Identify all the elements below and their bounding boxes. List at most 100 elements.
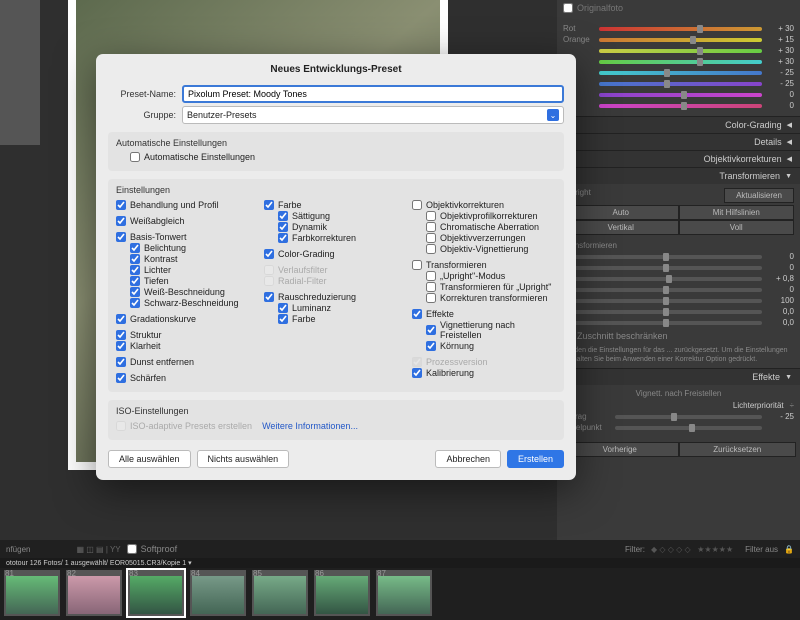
thumbnail[interactable]: 87 [376, 570, 432, 616]
chk-belichtung[interactable] [130, 243, 140, 253]
upright-vertikal-button[interactable]: Vertikal [563, 220, 679, 235]
weitere-informationen-link[interactable]: Weitere Informationen... [262, 421, 358, 431]
hue-slider[interactable] [599, 82, 762, 86]
slider-val: - 25 [766, 412, 794, 421]
auto-settings-label: Automatische Einstellungen [144, 152, 255, 162]
upright-hilfslinien-button[interactable]: Mit Hilfslinien [679, 205, 795, 220]
chk-transformieren[interactable] [412, 260, 422, 270]
thumbnail[interactable]: 85 [252, 570, 308, 616]
upright-auto-button[interactable]: Auto [563, 205, 679, 220]
hue-slider[interactable] [599, 93, 762, 97]
chk-kalibrierung[interactable] [412, 368, 422, 378]
originalfoto-label: Originalfoto [577, 3, 623, 13]
chk-basis-tonwert[interactable] [116, 232, 126, 242]
chk-prozessversion [412, 357, 422, 367]
alle-auswaehlen-button[interactable]: Alle auswählen [108, 450, 191, 468]
iso-title: ISO-Einstellungen [116, 406, 556, 416]
transform-sublabel: Transformieren [563, 241, 794, 250]
chk-transf-upright[interactable] [426, 282, 436, 292]
chk-tiefen[interactable] [130, 276, 140, 286]
chk-color-grading[interactable] [264, 249, 274, 259]
vorherige-button[interactable]: Vorherige [561, 442, 679, 457]
auto-settings-title: Automatische Einstellungen [116, 138, 556, 148]
chk-schaerfen[interactable] [116, 373, 126, 383]
panel-header-color-grading[interactable]: Color-Grading◀ [557, 116, 800, 133]
chk-behandlung[interactable] [116, 200, 126, 210]
filmstrip[interactable]: 81 82 83 84 85 86 87 [0, 568, 800, 620]
erstellen-button[interactable]: Erstellen [507, 450, 564, 468]
chk-objektivverzerrungen[interactable] [426, 233, 436, 243]
hue-slider[interactable] [599, 49, 762, 53]
zuruecksetzen-button[interactable]: Zurücksetzen [679, 442, 797, 457]
thumbnail[interactable]: 84 [190, 570, 246, 616]
thumbnail-selected[interactable]: 83 [128, 570, 184, 616]
chk-schwarz-beschneidung[interactable] [130, 298, 140, 308]
transform-slider[interactable] [563, 266, 762, 270]
panel-header-objektiv[interactable]: Objektivkorrekturen◀ [557, 150, 800, 167]
originalfoto-checkbox[interactable] [563, 3, 573, 13]
chk-farbkorrekturen[interactable] [278, 233, 288, 243]
chk-farbe[interactable] [264, 200, 274, 210]
abbrechen-button[interactable]: Abbrechen [435, 450, 501, 468]
thumbnail[interactable]: 82 [66, 570, 122, 616]
chk-chromatische[interactable] [426, 222, 436, 232]
mittelpunkt-slider[interactable] [615, 426, 762, 430]
chk-saettigung[interactable] [278, 211, 288, 221]
hue-slider[interactable] [599, 71, 762, 75]
chk-weissabgleich[interactable] [116, 216, 126, 226]
transform-slider[interactable] [563, 299, 762, 303]
transform-slider[interactable] [563, 277, 762, 281]
preset-name-input[interactable] [182, 85, 564, 103]
hue-slider[interactable] [599, 27, 762, 31]
chk-verlaufsfilter [264, 265, 274, 275]
aktualisieren-button[interactable]: Aktualisieren [724, 188, 794, 203]
betrag-slider[interactable] [615, 415, 762, 419]
chk-struktur[interactable] [116, 330, 126, 340]
hue-slider[interactable] [599, 104, 762, 108]
chk-objektiv-vignettierung[interactable] [426, 244, 436, 254]
chk-gradationskurve[interactable] [116, 314, 126, 324]
status-bar: ototour 126 Fotos/ 1 ausgewählt/ EOR0501… [0, 558, 800, 568]
hue-slider[interactable] [599, 38, 762, 42]
chk-lichter[interactable] [130, 265, 140, 275]
transform-slider[interactable] [563, 321, 762, 325]
transform-slider[interactable] [563, 288, 762, 292]
chk-radial-filter [264, 276, 274, 286]
chk-klarheit[interactable] [116, 341, 126, 351]
chk-effekte[interactable] [412, 309, 422, 319]
chk-rauschreduzierung[interactable] [264, 292, 274, 302]
chk-kontrast[interactable] [130, 254, 140, 264]
chk-upright-modus[interactable] [426, 271, 436, 281]
chk-koernung[interactable] [426, 341, 436, 351]
gruppe-select[interactable]: Benutzer-Presets ⌄ [182, 106, 564, 124]
transform-slider[interactable] [563, 310, 762, 314]
left-panel-fragment [0, 0, 40, 145]
chk-dynamik[interactable] [278, 222, 288, 232]
thumbnail[interactable]: 86 [314, 570, 370, 616]
hue-slider[interactable] [599, 60, 762, 64]
transform-slider[interactable] [563, 255, 762, 259]
thumbnail[interactable]: 81 [4, 570, 60, 616]
slider-val: + 30 [766, 46, 794, 55]
nichts-auswaehlen-button[interactable]: Nichts auswählen [197, 450, 290, 468]
chk-luminanz[interactable] [278, 303, 288, 313]
right-panel: Originalfoto Rot+ 30 Orange+ 15 + 30 + 3… [557, 0, 800, 570]
filter-aus-dropdown[interactable]: Filter aus [745, 545, 778, 554]
chk-dunst[interactable] [116, 357, 126, 367]
slider-val: + 0,8 [766, 274, 794, 283]
panel-header-transform[interactable]: Transformieren▼ [557, 167, 800, 184]
chk-vignettierung-freistellen[interactable] [426, 325, 436, 335]
panel-header-effekte[interactable]: Effekte▼ [557, 368, 800, 385]
new-preset-dialog: Neues Entwicklungs-Preset Preset-Name: G… [96, 54, 576, 480]
softproof-checkbox[interactable] [127, 544, 137, 554]
chk-korrekturen-transf[interactable] [426, 293, 436, 303]
stil-value[interactable]: Lichterpriorität [615, 401, 784, 410]
chk-objektivprofil[interactable] [426, 211, 436, 221]
panel-header-details[interactable]: Details◀ [557, 133, 800, 150]
chk-weiss-beschneidung[interactable] [130, 287, 140, 297]
status-text: ototour 126 Fotos/ 1 ausgewählt/ EOR0501… [6, 559, 192, 567]
chk-farbe-rausch[interactable] [278, 314, 288, 324]
chk-objektivkorrekturen[interactable] [412, 200, 422, 210]
upright-voll-button[interactable]: Voll [679, 220, 795, 235]
auto-settings-checkbox[interactable] [130, 152, 140, 162]
